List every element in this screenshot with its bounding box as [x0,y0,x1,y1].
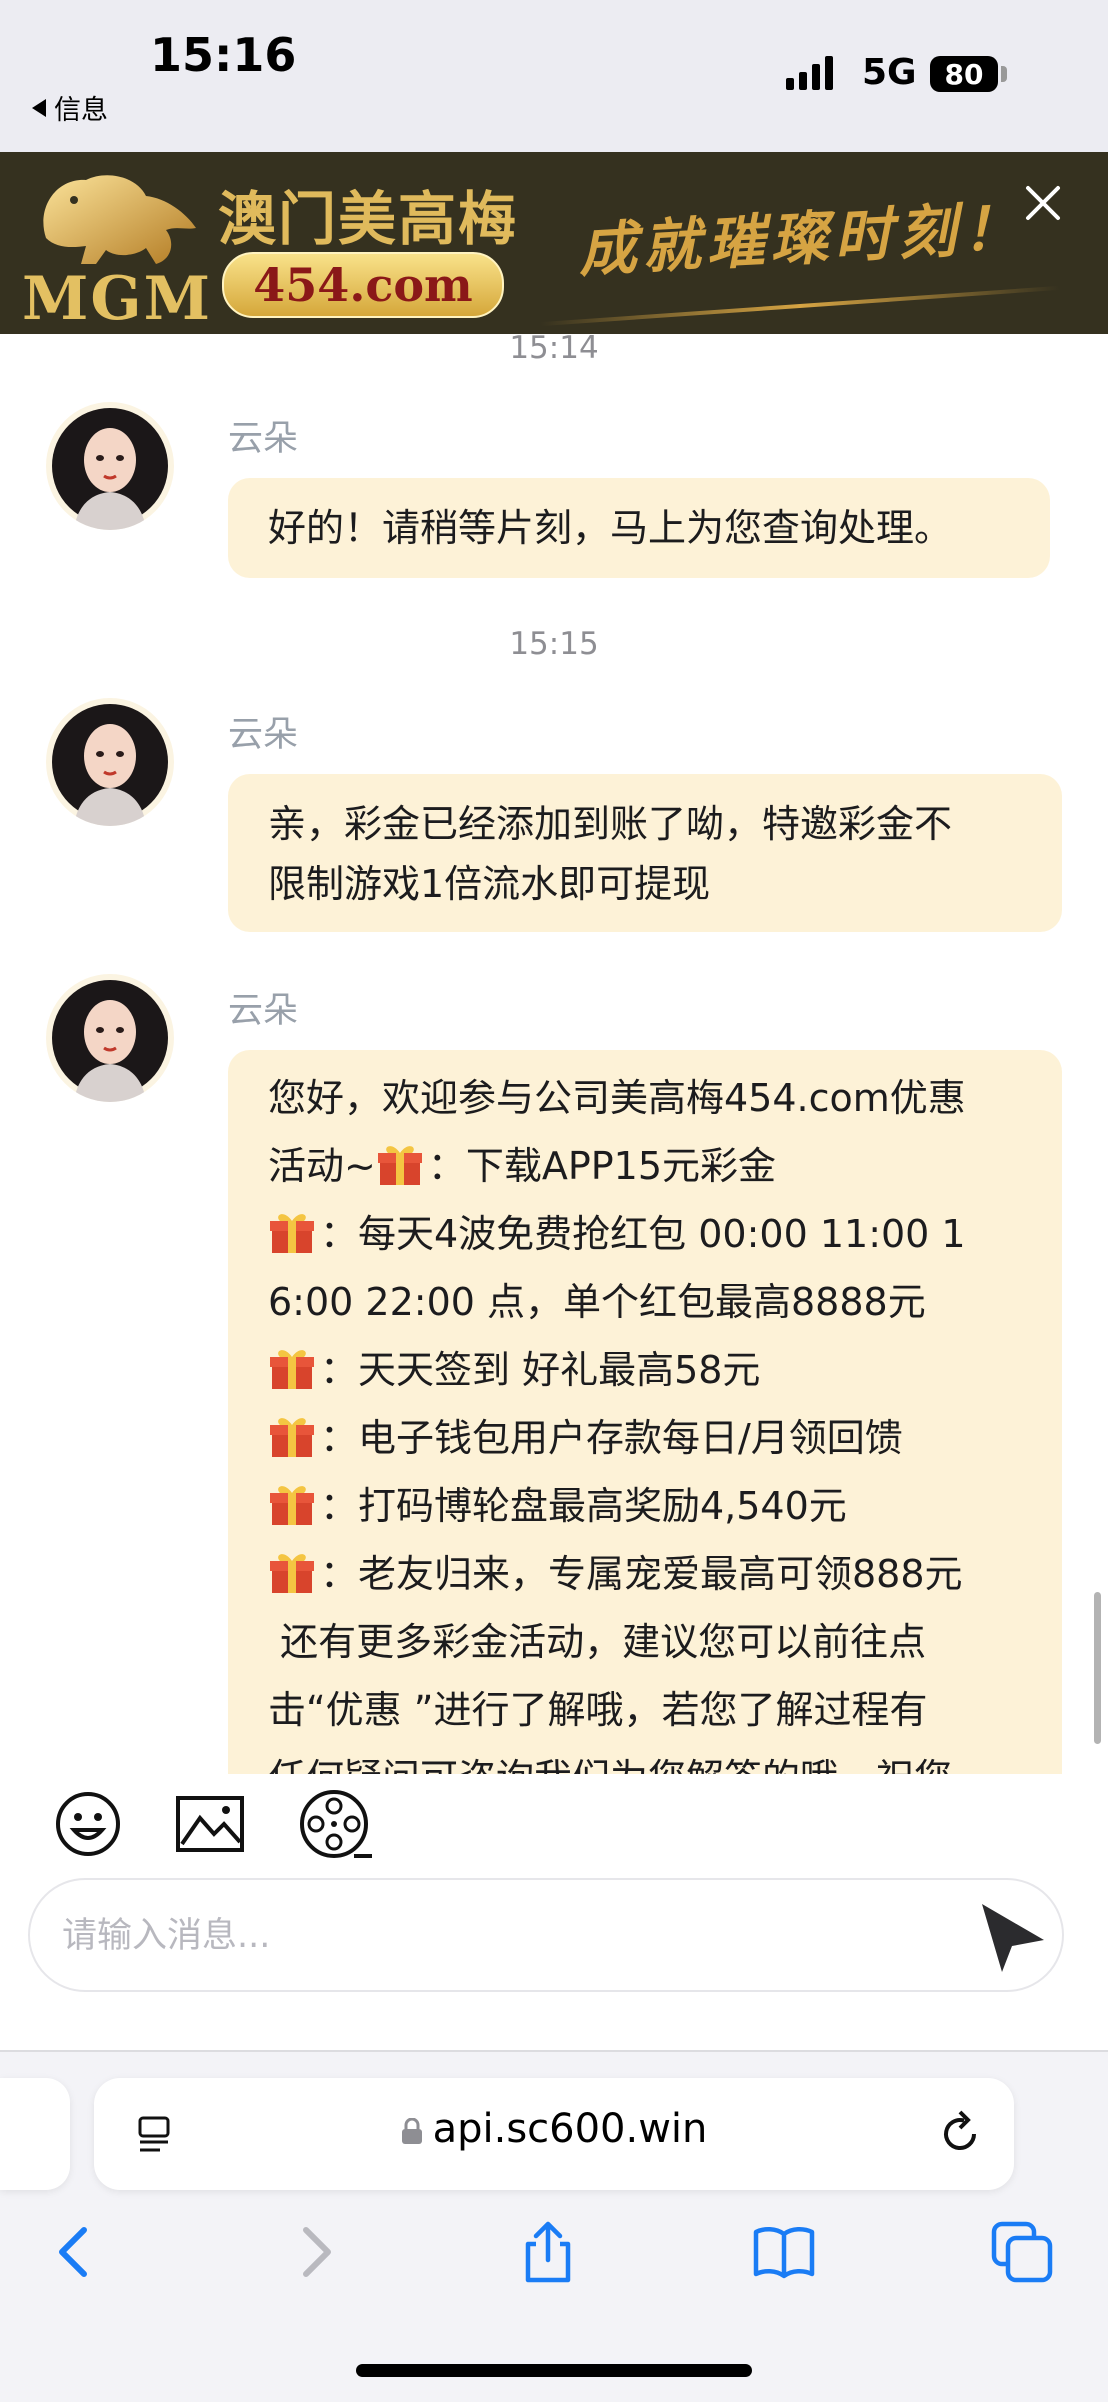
sender-name: 云朵 [228,419,299,459]
tabs-icon[interactable] [990,2220,1054,2284]
agent-avatar-icon [52,704,168,826]
composer-toolbar [0,1774,1108,1884]
agent-avatar-icon [52,980,168,1102]
home-indicator[interactable] [356,2364,752,2377]
message-line: 您好，欢迎参与公司美高梅454.com优惠 [268,1076,966,1120]
message-line: 任何疑问可咨询我们为您解答的哦，祝您 [268,1744,1022,1774]
message-line: 亲，彩金已经添加到账了呦，特邀彩金不 [268,802,953,846]
message-text: ：每天4波免费抢红包 00:00 11:00 1 [320,1212,966,1256]
message-line: 限制游戏1倍流水即可提现 [268,862,711,906]
avatar[interactable] [46,974,174,1102]
url-text: api.sc600.win [432,2106,708,2152]
signal-icon [786,56,833,90]
status-time: 15:16 [150,28,297,82]
gift-icon [270,1418,314,1457]
sender-name: 云朵 [228,715,299,755]
back-to-app-link[interactable]: 信息 [32,88,108,127]
forward-icon[interactable] [282,2220,346,2284]
video-icon[interactable] [294,1784,374,1864]
agent-avatar-icon [52,408,168,530]
message-line: ：天天签到 好礼最高58元 [268,1336,1022,1404]
brand-domain: 454.com [222,252,504,318]
lion-logo-icon [43,175,196,264]
network-type: 5G [862,52,917,93]
browser-chrome: api.sc600.win [0,2050,1108,2402]
message-line: 还有更多彩金活动，建议您可以前往点 [268,1620,927,1664]
timestamp: 15:14 [509,334,599,366]
previous-tab-preview[interactable] [0,2078,70,2190]
sender-name: 云朵 [228,991,299,1031]
message-line: ：电子钱包用户存款每日/月领回馈 [268,1404,1022,1472]
message-bubble[interactable]: 亲，彩金已经添加到账了呦，特邀彩金不 限制游戏1倍流水即可提现 [228,774,1062,932]
message-line: 活动~ ：下载APP15元彩金 [268,1132,1022,1200]
url-display: api.sc600.win [94,2106,1014,2152]
bookmarks-icon[interactable] [752,2220,816,2284]
message-text: ：下载APP15元彩金 [427,1144,777,1188]
message-line: 6:00 22:00 点，单个红包最高8888元 [268,1280,926,1324]
back-to-app-label: 信息 [54,95,108,126]
timestamp: 15:15 [509,626,599,662]
address-bar[interactable]: api.sc600.win [94,2078,1014,2190]
message-text: 好的！请稍等片刻，马上为您查询处理。 [268,506,953,550]
back-icon[interactable] [44,2220,108,2284]
message-line: ：每天4波免费抢红包 00:00 11:00 1 [268,1200,1022,1268]
message-bubble[interactable]: 好的！请稍等片刻，马上为您查询处理。 [228,478,1050,578]
share-icon[interactable] [516,2220,580,2284]
message-text: ：电子钱包用户存款每日/月领回馈 [320,1416,903,1460]
message-line: ：打码博轮盘最高奖励4,540元 [268,1472,1022,1540]
back-triangle-icon [32,98,46,117]
image-icon[interactable] [170,1784,250,1864]
message-input-box[interactable] [28,1878,1064,1992]
chat-history[interactable]: 15:14 云朵 好的！请稍等片刻，马上为您查询处理。 15:15 云朵 亲，彩… [0,334,1108,1774]
gift-icon [270,1350,314,1389]
message-line: ：老友归来，专属宠爱最高可领888元 [268,1540,1022,1608]
slogan-swoosh [540,285,1060,327]
brand-en: MGM [22,264,213,334]
message-text: ：天天签到 好礼最高58元 [320,1348,761,1392]
emoji-icon[interactable] [48,1784,128,1864]
message-text: ：打码博轮盘最高奖励4,540元 [320,1484,847,1528]
gift-icon [270,1554,314,1593]
ad-banner[interactable]: MGM 澳门美高梅 454.com 成就璀璨时刻！ [0,152,1108,334]
message-text: ：老友归来，专属宠爱最高可领888元 [320,1552,963,1596]
message-bubble[interactable]: 您好，欢迎参与公司美高梅454.com优惠 活动~ ：下载APP15元彩金 ：每天… [228,1050,1062,1774]
message-line: 击“优惠 ”进行了解哦，若您了解过程有 [268,1688,928,1732]
gift-icon [377,1146,422,1185]
banner-slogan: 成就璀璨时刻！ [576,193,1028,285]
send-icon[interactable] [972,1896,1052,1976]
status-bar: 15:16 信息 5G 80 [0,0,1108,152]
battery-tip [1001,66,1007,82]
avatar[interactable] [46,698,174,826]
reload-icon[interactable] [934,2108,986,2160]
avatar[interactable] [46,402,174,530]
brand-cn: 澳门美高梅 [218,185,519,253]
gift-icon [270,1486,314,1525]
chat-scrollbar[interactable] [1094,1592,1101,1744]
lock-icon [401,2118,422,2144]
gift-icon [270,1214,314,1253]
battery-icon: 80 [930,56,998,92]
message-text: 活动~ [268,1144,376,1188]
message-input[interactable] [60,1900,944,1972]
close-icon[interactable] [1020,180,1066,226]
